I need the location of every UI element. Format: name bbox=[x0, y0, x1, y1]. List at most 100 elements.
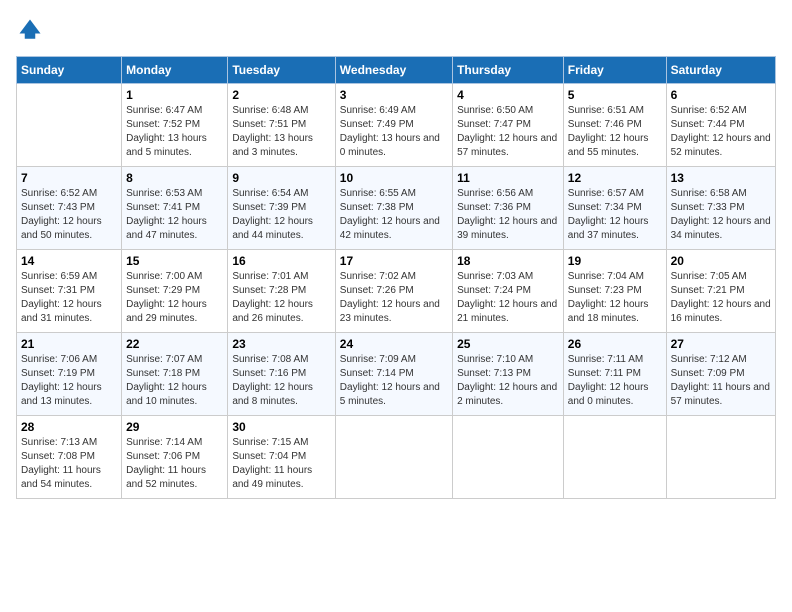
calendar-cell: 27 Sunrise: 7:12 AMSunset: 7:09 PMDayligh… bbox=[666, 333, 775, 416]
day-info: Sunrise: 6:51 AMSunset: 7:46 PMDaylight:… bbox=[568, 104, 662, 160]
week-row-4: 28 Sunrise: 7:13 AMSunset: 7:08 PMDayligh… bbox=[17, 416, 776, 499]
day-number: 6 bbox=[671, 88, 771, 102]
day-number: 17 bbox=[340, 254, 448, 268]
day-number: 23 bbox=[232, 337, 330, 351]
day-info: Sunrise: 7:14 AMSunset: 7:06 PMDaylight:… bbox=[126, 436, 223, 492]
day-number: 9 bbox=[232, 171, 330, 185]
calendar-cell: 22 Sunrise: 7:07 AMSunset: 7:18 PMDayligh… bbox=[122, 333, 228, 416]
day-header-saturday: Saturday bbox=[666, 57, 775, 84]
calendar-cell: 6 Sunrise: 6:52 AMSunset: 7:44 PMDaylight… bbox=[666, 84, 775, 167]
calendar-cell: 8 Sunrise: 6:53 AMSunset: 7:41 PMDaylight… bbox=[122, 167, 228, 250]
day-info: Sunrise: 7:07 AMSunset: 7:18 PMDaylight:… bbox=[126, 353, 223, 409]
calendar-cell: 14 Sunrise: 6:59 AMSunset: 7:31 PMDayligh… bbox=[17, 250, 122, 333]
day-info: Sunrise: 7:01 AMSunset: 7:28 PMDaylight:… bbox=[232, 270, 330, 326]
day-info: Sunrise: 7:10 AMSunset: 7:13 PMDaylight:… bbox=[457, 353, 559, 409]
day-number: 27 bbox=[671, 337, 771, 351]
day-header-friday: Friday bbox=[563, 57, 666, 84]
day-number: 19 bbox=[568, 254, 662, 268]
week-row-0: 1Sunrise: 6:47 AMSunset: 7:52 PMDaylight… bbox=[17, 84, 776, 167]
week-row-1: 7 Sunrise: 6:52 AMSunset: 7:43 PMDaylight… bbox=[17, 167, 776, 250]
calendar-cell bbox=[563, 416, 666, 499]
day-info: Sunrise: 6:47 AMSunset: 7:52 PMDaylight:… bbox=[126, 104, 223, 160]
day-header-tuesday: Tuesday bbox=[228, 57, 335, 84]
day-number: 11 bbox=[457, 171, 559, 185]
day-info: Sunrise: 6:56 AMSunset: 7:36 PMDaylight:… bbox=[457, 187, 559, 243]
calendar-table: SundayMondayTuesdayWednesdayThursdayFrid… bbox=[16, 56, 776, 499]
calendar-cell: 18 Sunrise: 7:03 AMSunset: 7:24 PMDayligh… bbox=[453, 250, 564, 333]
day-header-thursday: Thursday bbox=[453, 57, 564, 84]
day-number: 25 bbox=[457, 337, 559, 351]
day-number: 29 bbox=[126, 420, 223, 434]
logo-icon bbox=[16, 16, 44, 44]
day-number: 13 bbox=[671, 171, 771, 185]
day-info: Sunrise: 6:54 AMSunset: 7:39 PMDaylight:… bbox=[232, 187, 330, 243]
calendar-cell: 25 Sunrise: 7:10 AMSunset: 7:13 PMDayligh… bbox=[453, 333, 564, 416]
day-info: Sunrise: 6:50 AMSunset: 7:47 PMDaylight:… bbox=[457, 104, 559, 160]
day-info: Sunrise: 7:04 AMSunset: 7:23 PMDaylight:… bbox=[568, 270, 662, 326]
day-number: 20 bbox=[671, 254, 771, 268]
calendar-cell: 19 Sunrise: 7:04 AMSunset: 7:23 PMDayligh… bbox=[563, 250, 666, 333]
day-number: 3 bbox=[340, 88, 448, 102]
day-number: 7 bbox=[21, 171, 117, 185]
calendar-cell: 16 Sunrise: 7:01 AMSunset: 7:28 PMDayligh… bbox=[228, 250, 335, 333]
day-header-wednesday: Wednesday bbox=[335, 57, 452, 84]
day-info: Sunrise: 6:53 AMSunset: 7:41 PMDaylight:… bbox=[126, 187, 223, 243]
calendar-cell: 24 Sunrise: 7:09 AMSunset: 7:14 PMDayligh… bbox=[335, 333, 452, 416]
calendar-cell: 29 Sunrise: 7:14 AMSunset: 7:06 PMDayligh… bbox=[122, 416, 228, 499]
calendar-cell: 10Sunrise: 6:55 AMSunset: 7:38 PMDayligh… bbox=[335, 167, 452, 250]
day-number: 22 bbox=[126, 337, 223, 351]
calendar-cell bbox=[453, 416, 564, 499]
day-number: 16 bbox=[232, 254, 330, 268]
calendar-cell: 3 Sunrise: 6:49 AMSunset: 7:49 PMDaylight… bbox=[335, 84, 452, 167]
day-number: 2 bbox=[232, 88, 330, 102]
day-info: Sunrise: 6:59 AMSunset: 7:31 PMDaylight:… bbox=[21, 270, 117, 326]
day-number: 12 bbox=[568, 171, 662, 185]
calendar-cell: 9 Sunrise: 6:54 AMSunset: 7:39 PMDaylight… bbox=[228, 167, 335, 250]
day-info: Sunrise: 6:58 AMSunset: 7:33 PMDaylight:… bbox=[671, 187, 771, 243]
calendar-cell: 26Sunrise: 7:11 AMSunset: 7:11 PMDayligh… bbox=[563, 333, 666, 416]
day-info: Sunrise: 6:52 AMSunset: 7:43 PMDaylight:… bbox=[21, 187, 117, 243]
calendar-cell: 28 Sunrise: 7:13 AMSunset: 7:08 PMDayligh… bbox=[17, 416, 122, 499]
week-row-2: 14 Sunrise: 6:59 AMSunset: 7:31 PMDayligh… bbox=[17, 250, 776, 333]
week-row-3: 21Sunrise: 7:06 AMSunset: 7:19 PMDayligh… bbox=[17, 333, 776, 416]
day-number: 10 bbox=[340, 171, 448, 185]
calendar-cell bbox=[335, 416, 452, 499]
day-number: 30 bbox=[232, 420, 330, 434]
day-number: 24 bbox=[340, 337, 448, 351]
calendar-cell: 20 Sunrise: 7:05 AMSunset: 7:21 PMDayligh… bbox=[666, 250, 775, 333]
day-info: Sunrise: 7:13 AMSunset: 7:08 PMDaylight:… bbox=[21, 436, 117, 492]
day-info: Sunrise: 6:49 AMSunset: 7:49 PMDaylight:… bbox=[340, 104, 448, 160]
day-number: 4 bbox=[457, 88, 559, 102]
calendar-cell: 17 Sunrise: 7:02 AMSunset: 7:26 PMDayligh… bbox=[335, 250, 452, 333]
day-info: Sunrise: 7:03 AMSunset: 7:24 PMDaylight:… bbox=[457, 270, 559, 326]
day-info: Sunrise: 7:02 AMSunset: 7:26 PMDaylight:… bbox=[340, 270, 448, 326]
calendar-cell: 2 Sunrise: 6:48 AMSunset: 7:51 PMDaylight… bbox=[228, 84, 335, 167]
calendar-cell: 7 Sunrise: 6:52 AMSunset: 7:43 PMDaylight… bbox=[17, 167, 122, 250]
day-info: Sunrise: 7:11 AMSunset: 7:11 PMDaylight:… bbox=[568, 353, 662, 409]
calendar-cell: 21Sunrise: 7:06 AMSunset: 7:19 PMDayligh… bbox=[17, 333, 122, 416]
calendar-cell: 11 Sunrise: 6:56 AMSunset: 7:36 PMDayligh… bbox=[453, 167, 564, 250]
day-info: Sunrise: 7:09 AMSunset: 7:14 PMDaylight:… bbox=[340, 353, 448, 409]
day-info: Sunrise: 6:48 AMSunset: 7:51 PMDaylight:… bbox=[232, 104, 330, 160]
page-header bbox=[16, 16, 776, 44]
day-info: Sunrise: 7:05 AMSunset: 7:21 PMDaylight:… bbox=[671, 270, 771, 326]
calendar-cell: 13 Sunrise: 6:58 AMSunset: 7:33 PMDayligh… bbox=[666, 167, 775, 250]
day-number: 8 bbox=[126, 171, 223, 185]
calendar-cell: 23Sunrise: 7:08 AMSunset: 7:16 PMDayligh… bbox=[228, 333, 335, 416]
calendar-cell: 1Sunrise: 6:47 AMSunset: 7:52 PMDaylight… bbox=[122, 84, 228, 167]
day-header-monday: Monday bbox=[122, 57, 228, 84]
logo bbox=[16, 16, 48, 44]
calendar-cell: 30Sunrise: 7:15 AMSunset: 7:04 PMDayligh… bbox=[228, 416, 335, 499]
day-number: 28 bbox=[21, 420, 117, 434]
day-info: Sunrise: 6:52 AMSunset: 7:44 PMDaylight:… bbox=[671, 104, 771, 160]
day-number: 14 bbox=[21, 254, 117, 268]
calendar-cell: 12 Sunrise: 6:57 AMSunset: 7:34 PMDayligh… bbox=[563, 167, 666, 250]
day-info: Sunrise: 7:12 AMSunset: 7:09 PMDaylight:… bbox=[671, 353, 771, 409]
calendar-cell bbox=[666, 416, 775, 499]
calendar-cell: 15Sunrise: 7:00 AMSunset: 7:29 PMDayligh… bbox=[122, 250, 228, 333]
header-row: SundayMondayTuesdayWednesdayThursdayFrid… bbox=[17, 57, 776, 84]
day-number: 21 bbox=[21, 337, 117, 351]
day-number: 5 bbox=[568, 88, 662, 102]
day-number: 18 bbox=[457, 254, 559, 268]
day-info: Sunrise: 6:57 AMSunset: 7:34 PMDaylight:… bbox=[568, 187, 662, 243]
